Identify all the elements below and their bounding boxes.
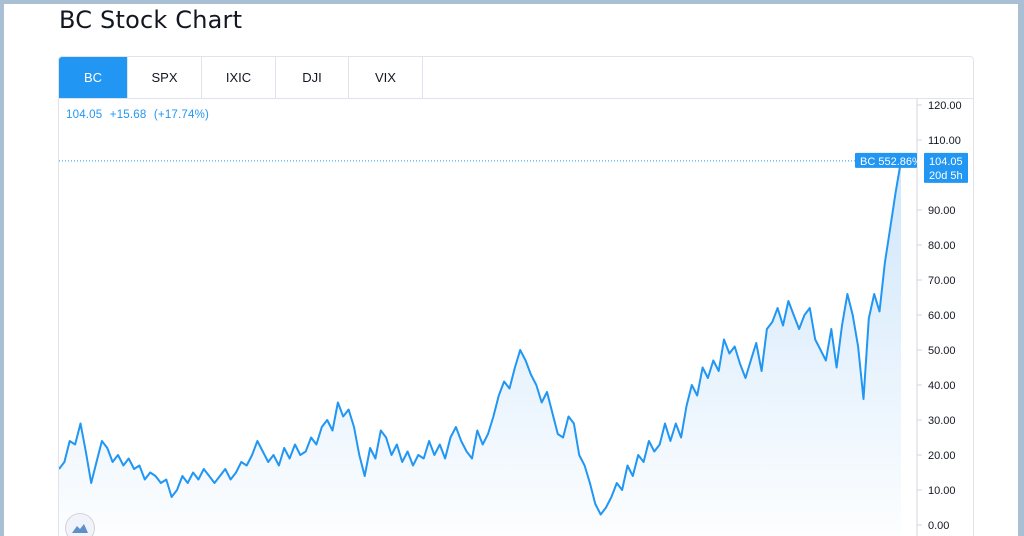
symbol-tabs: BC SPX IXIC DJI VIX (59, 57, 973, 99)
y-tick-label: 40.00 (928, 380, 956, 392)
y-tick-label: 90.00 (928, 205, 956, 217)
legend-change: +15.68 (109, 109, 147, 121)
y-tick-label: 80.00 (928, 240, 956, 252)
y-tick-label: 70.00 (928, 275, 956, 287)
y-tick-label: 50.00 (928, 345, 956, 357)
page-title: BC Stock Chart (59, 6, 243, 34)
y-tick-label: 60.00 (928, 310, 956, 322)
tab-ixic[interactable]: IXIC (202, 57, 276, 98)
tradingview-logo-icon[interactable] (65, 513, 95, 536)
price-legend: 104.05 +15.68 (+17.74%) (66, 109, 213, 121)
y-tick-label: 110.00 (928, 135, 961, 147)
price-chart[interactable]: 0.00 10.00 20.00 30.00 40.00 50.00 60.00 70.00 8… (59, 99, 974, 536)
legend-change-pct: (+17.74%) (153, 109, 210, 121)
chart-area[interactable]: 0.00 10.00 20.00 30.00 40.00 50.00 60.00 70.00 8… (59, 99, 974, 536)
y-tick-label: 20.00 (928, 450, 956, 462)
tab-bc[interactable]: BC (59, 57, 128, 98)
legend-price: 104.05 (66, 109, 103, 121)
y-tick-label: 120.00 (928, 100, 962, 112)
series-label-text: BC 552.86% (860, 156, 922, 168)
chart-widget: BC SPX IXIC DJI VIX 0.00 10.00 20.00 30.00 4… (58, 56, 974, 536)
y-tick-label: 10.00 (928, 485, 956, 497)
bar-countdown-text: 20d 5h (929, 170, 963, 182)
tab-spx[interactable]: SPX (128, 57, 202, 98)
last-price-text: 104.05 (929, 156, 963, 168)
tab-vix[interactable]: VIX (349, 57, 423, 98)
y-tick-label: 0.00 (928, 520, 949, 532)
y-tick-label: 30.00 (928, 415, 956, 427)
tab-dji[interactable]: DJI (276, 57, 349, 98)
page: BC Stock Chart BC SPX IXIC DJI VIX 0.00 1… (4, 4, 1018, 536)
